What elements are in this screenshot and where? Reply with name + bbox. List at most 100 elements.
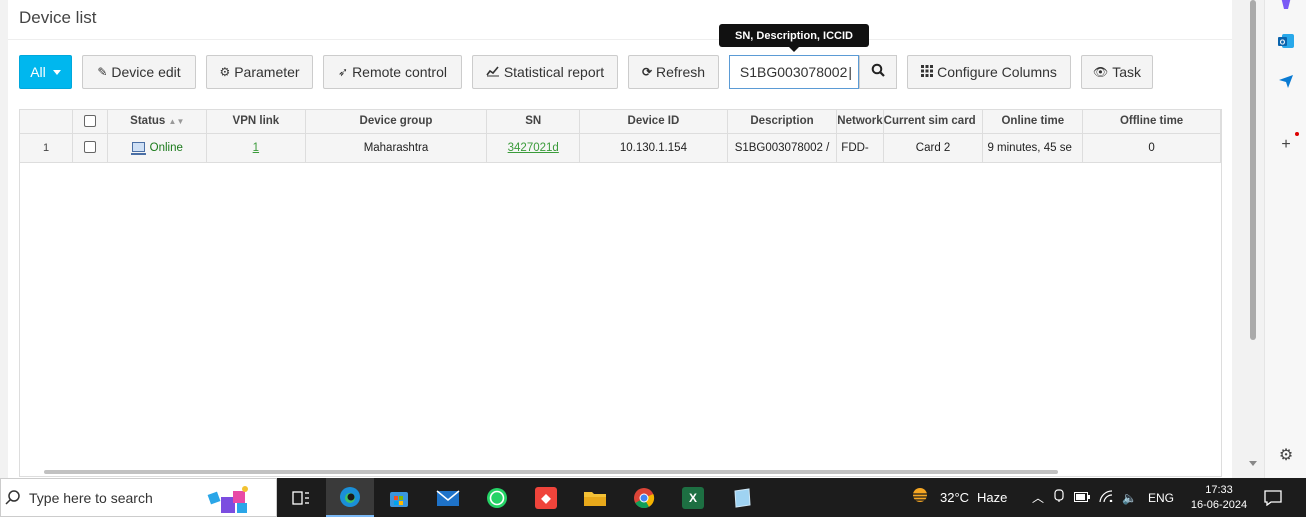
clock-time: 17:33 (1205, 483, 1233, 496)
parameter-label: Parameter (234, 64, 300, 80)
statistical-report-button[interactable]: Statistical report (472, 55, 618, 89)
configure-columns-label: Configure Columns (937, 64, 1057, 80)
send-icon[interactable] (1277, 72, 1295, 90)
speaker-icon[interactable]: 🔈 (1122, 491, 1137, 505)
parameter-button[interactable]: ⚙ Parameter (206, 55, 313, 89)
header-index (20, 110, 74, 134)
all-filter-label: All (30, 64, 46, 80)
edit-icon: ✎ (97, 65, 108, 79)
table-row[interactable]: 1 Online 1 Maharashtra 3427021d 10.130.1… (20, 133, 1221, 163)
header-device-id[interactable]: Device ID (579, 110, 728, 134)
row-select[interactable] (72, 133, 109, 163)
eye-icon: 👁 (1092, 65, 1109, 79)
store-icon[interactable] (375, 478, 423, 517)
header-online-time[interactable]: Online time (982, 110, 1084, 134)
all-filter-dropdown[interactable]: All (19, 55, 72, 89)
page-title: Device list (19, 8, 97, 27)
title-divider (8, 39, 1232, 40)
weather-widget[interactable]: 32°C Haze (908, 478, 1007, 517)
horizontal-scrollbar-thumb[interactable] (44, 470, 1058, 474)
notepad-icon[interactable] (718, 478, 766, 517)
table-header-row: Status ▲▼ VPN link Device group SN Devic… (20, 110, 1221, 134)
wifi-icon[interactable] (1099, 490, 1113, 505)
browser-sidebar: O + ⚙ (1264, 0, 1306, 478)
chevron-up-icon[interactable]: ︿ (1032, 489, 1044, 506)
header-current-sim[interactable]: Current sim card (883, 110, 984, 134)
gear-icon: ⚙ (219, 65, 231, 79)
header-network[interactable]: Network (836, 110, 884, 134)
select-all-checkbox[interactable] (84, 115, 97, 128)
header-device-group[interactable]: Device group (305, 110, 488, 134)
anydesk-icon[interactable]: ◆ (522, 478, 570, 517)
task-label: Task (1112, 64, 1142, 80)
chrome-icon[interactable] (620, 478, 668, 517)
search-input-value: S1BG003078002 (739, 64, 848, 80)
whatsapp-icon[interactable] (473, 478, 521, 517)
send-icon: ➶ (338, 65, 349, 79)
vpn-link[interactable]: 1 (253, 142, 259, 154)
refresh-button[interactable]: ⟳ Refresh (628, 55, 719, 89)
row-offline-time: 0 (1082, 133, 1221, 163)
header-status-label: Status (130, 115, 166, 128)
search-tooltip: SN, Description, ICCID (719, 24, 869, 52)
device-edit-button[interactable]: ✎ Device edit (82, 55, 196, 89)
taskbar-search-placeholder: Type here to search (29, 489, 153, 506)
notification-center-icon[interactable] (1264, 478, 1282, 517)
refresh-label: Refresh (656, 64, 706, 80)
header-status[interactable]: Status ▲▼ (107, 110, 208, 134)
header-offline-time[interactable]: Offline time (1082, 110, 1221, 134)
clock-date: 16-06-2024 (1190, 498, 1248, 511)
excel-glyph: X (682, 486, 704, 509)
row-online-time: 9 minutes, 45 se (982, 133, 1084, 163)
horizontal-scrollbar[interactable] (38, 470, 1218, 475)
svg-text:O: O (1280, 40, 1286, 47)
clock[interactable]: 17:33 16-06-2024 (1188, 478, 1250, 517)
remote-control-label: Remote control (352, 64, 447, 80)
windows-taskbar: Type here to search ◆ X 32°C Haze ︿ 🔈 EN… (0, 478, 1306, 517)
device-edit-label: Device edit (111, 64, 181, 80)
add-icon[interactable]: + (1277, 136, 1295, 154)
task-view-icon[interactable] (277, 478, 325, 517)
header-description[interactable]: Description (727, 110, 838, 134)
mail-icon[interactable] (424, 478, 472, 517)
weather-haze-icon (908, 486, 932, 509)
meet-now-icon[interactable] (1053, 489, 1065, 506)
weather-description: Haze (977, 490, 1008, 505)
configure-columns-button[interactable]: Configure Columns (907, 55, 1071, 89)
remote-control-button[interactable]: ➶ Remote control (323, 55, 462, 89)
edge-icon[interactable] (326, 478, 374, 517)
taskbar-search-box[interactable]: Type here to search (0, 478, 277, 517)
search-icon (871, 63, 885, 82)
outlook-icon[interactable]: O (1277, 32, 1295, 50)
language-indicator[interactable]: ENG (1148, 491, 1174, 505)
row-status: Online (107, 133, 208, 163)
row-current-sim: Card 2 (883, 133, 984, 163)
copilot-icon[interactable] (1277, 0, 1295, 12)
row-checkbox[interactable] (84, 141, 97, 154)
sn-link[interactable]: 3427021d (508, 142, 559, 154)
notification-dot (1295, 132, 1299, 136)
header-vpn-link[interactable]: VPN link (206, 110, 306, 134)
search-highlight-icon (207, 483, 255, 517)
vertical-scrollbar-thumb[interactable] (1250, 0, 1256, 340)
row-device-id: 10.130.1.154 (579, 133, 728, 163)
row-sn: 3427021d (486, 133, 581, 163)
vertical-scrollbar[interactable] (1246, 0, 1260, 470)
sort-icon[interactable]: ▲▼ (169, 117, 185, 126)
task-button[interactable]: 👁 Task (1081, 55, 1153, 89)
status-online-text: Online (149, 141, 183, 154)
search-button[interactable] (859, 55, 897, 89)
scroll-down-icon[interactable] (1249, 461, 1257, 466)
statistical-report-label: Statistical report (503, 64, 605, 80)
header-sn[interactable]: SN (486, 110, 581, 134)
excel-icon[interactable]: X (669, 478, 717, 517)
text-cursor: | (848, 64, 852, 80)
settings-icon[interactable]: ⚙ (1277, 446, 1295, 464)
header-select-all[interactable] (72, 110, 109, 134)
line-chart-icon (486, 65, 500, 80)
battery-icon[interactable] (1074, 491, 1091, 505)
file-explorer-icon[interactable] (571, 478, 619, 517)
search-input[interactable]: S1BG003078002 | (729, 55, 859, 89)
grid-icon (921, 64, 934, 80)
row-network: FDD- (836, 133, 884, 163)
